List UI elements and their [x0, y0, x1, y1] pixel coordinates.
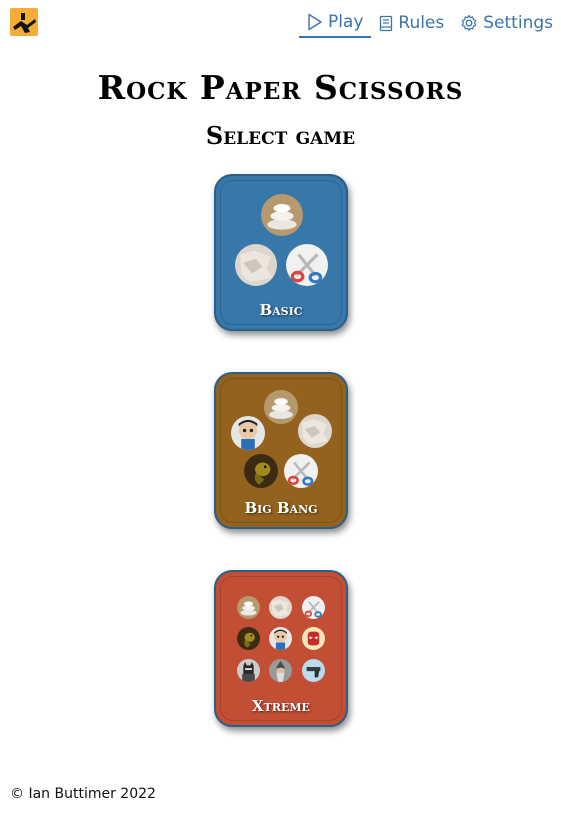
play-icon [308, 13, 322, 31]
book-icon [380, 15, 393, 31]
game-card-label: Big Bang [244, 499, 318, 517]
paper-icon [298, 414, 332, 448]
nav-play-link[interactable]: Play [298, 8, 372, 38]
copyright-footer: © Ian Buttimer 2022 [10, 786, 156, 802]
page-title: Rock Paper Scissors [97, 68, 464, 107]
game-card-big-bang[interactable]: Big Bang [214, 372, 348, 529]
nav-settings-link[interactable]: Settings [452, 8, 561, 38]
rock-icon [237, 596, 260, 619]
gun-icon [302, 659, 325, 682]
page-subtitle: Select game [205, 121, 356, 150]
game-card-label: Basic [259, 301, 303, 319]
game-card-label: Xtreme [252, 697, 310, 715]
wizard-icon [269, 659, 292, 682]
nav-rules-link[interactable]: Rules [371, 8, 452, 38]
nav-settings-label: Settings [483, 13, 553, 33]
scissors-icon [286, 244, 328, 286]
rock-icon [264, 390, 298, 424]
hand-scissors-logo-icon [13, 13, 36, 33]
lizard-icon [244, 454, 278, 488]
top-nav: Play Rules Settings [298, 8, 561, 40]
nav-rules-label: Rules [398, 13, 445, 33]
spock-icon [269, 627, 292, 650]
game-card-basic[interactable]: Basic [214, 174, 348, 331]
scissors-icon [284, 454, 318, 488]
nav-play-label: Play [327, 12, 364, 32]
app-logo[interactable] [10, 8, 38, 36]
scissors-icon [302, 596, 325, 619]
batman-icon [237, 659, 260, 682]
paper-icon [269, 596, 292, 619]
spider-man-icon [302, 627, 325, 650]
rock-icon [261, 194, 303, 236]
paper-icon [235, 244, 277, 286]
spock-icon [231, 416, 265, 450]
game-card-xtreme[interactable]: Xtreme [214, 570, 348, 727]
lizard-icon [237, 627, 260, 650]
gear-icon [461, 14, 477, 31]
